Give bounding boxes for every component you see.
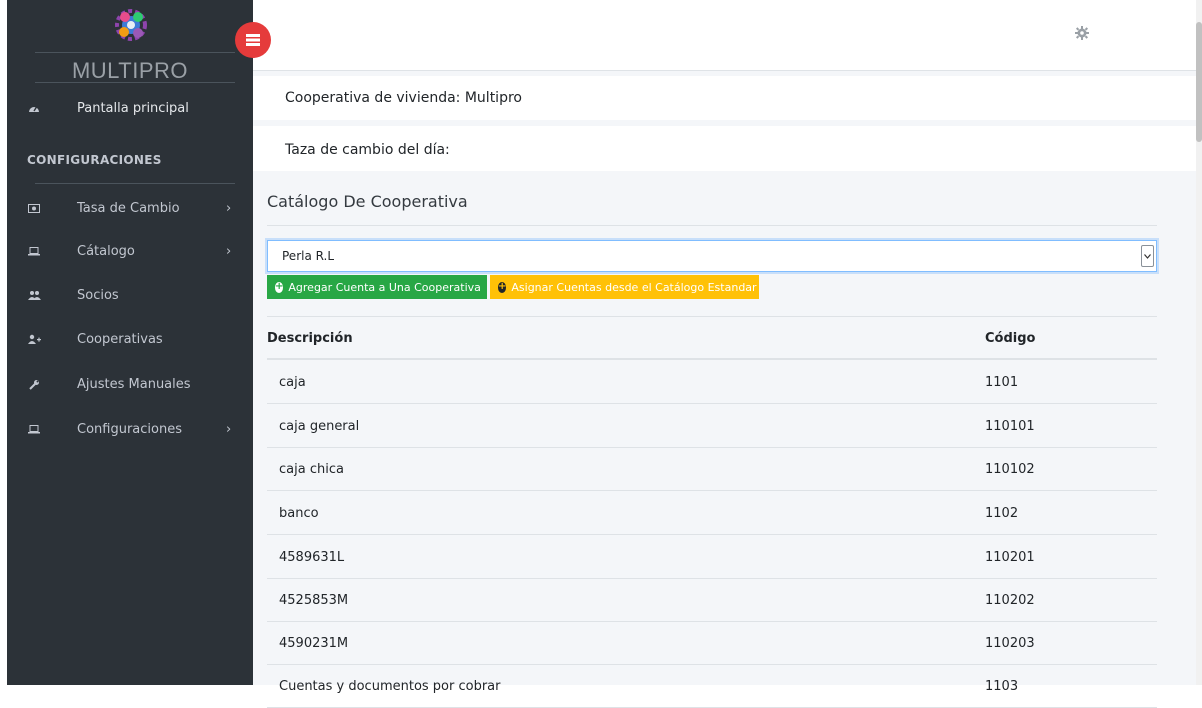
wrench-icon [27, 377, 41, 391]
table-row[interactable]: banco 1102 [267, 491, 1157, 535]
plus-circle-icon: + [498, 281, 507, 293]
chevron-right-icon: › [226, 200, 232, 216]
chevron-down-icon [1141, 245, 1154, 267]
gear-icon[interactable] [1075, 26, 1089, 40]
sidebar-item-label: Cooperativas [77, 331, 163, 347]
add-account-button[interactable]: + Agregar Cuenta a Una Cooperativa [267, 275, 487, 299]
cell-descripcion: 4590231M [279, 636, 349, 651]
column-header-codigo: Código [985, 331, 1036, 346]
select-value: Perla R.L [282, 249, 335, 263]
sidebar: MULTIPRO Pantalla principal CONFIGURACIO… [7, 0, 253, 685]
column-header-descripcion: Descripción [267, 331, 353, 346]
sidebar-section-header: CONFIGURACIONES [27, 153, 162, 167]
logo-gear-icon [115, 9, 147, 41]
cell-codigo: 110203 [985, 636, 1035, 651]
brand-logo[interactable]: MULTIPRO [7, 0, 253, 84]
money-icon [27, 201, 41, 215]
cell-codigo: 110202 [985, 593, 1035, 608]
exchange-rate-text: Taza de cambio del día: [285, 142, 450, 158]
sidebar-item-label: Ajustes Manuales [77, 376, 191, 392]
laptop-icon [27, 244, 41, 258]
cell-codigo: 110201 [985, 550, 1035, 565]
sidebar-item-socios[interactable]: Socios [7, 277, 253, 313]
assign-accounts-button[interactable]: + Asignar Cuentas desde el Catálogo Esta… [490, 275, 759, 299]
exchange-rate-bar: Taza de cambio del día: [253, 126, 1196, 171]
sidebar-item-label: Pantalla principal [77, 100, 189, 116]
laptop-icon [27, 422, 41, 436]
user-plus-icon [27, 332, 41, 346]
cooperativa-info-bar: Cooperativa de vivienda: Multipro [253, 76, 1196, 120]
plus-circle-icon: + [275, 281, 284, 293]
cell-codigo: 1102 [985, 506, 1019, 521]
sidebar-item-cooperativas[interactable]: Cooperativas [7, 321, 253, 357]
cooperativa-select[interactable]: Perla R.L [267, 240, 1157, 272]
title-divider [267, 225, 1157, 226]
sidebar-item-catalogo[interactable]: Cátalogo › [7, 233, 253, 269]
cell-codigo: 110102 [985, 462, 1035, 477]
sidebar-item-label: Socios [77, 287, 119, 303]
cell-descripcion: 4525853M [279, 593, 349, 608]
table-row[interactable]: Cuentas y documentos por cobrar 1103 [267, 664, 1157, 708]
cell-descripcion: caja general [279, 419, 360, 434]
top-navbar [253, 0, 1196, 71]
cell-codigo: 1101 [985, 375, 1019, 390]
cell-descripcion: caja [279, 375, 306, 390]
cell-descripcion: 4589631L [279, 550, 345, 565]
sidebar-item-label: Cátalogo [77, 243, 135, 259]
page-title: Catálogo De Cooperativa [267, 192, 468, 211]
cell-descripcion: Cuentas y documentos por cobrar [279, 679, 501, 694]
cell-codigo: 110101 [985, 419, 1035, 434]
sidebar-item-tasa-de-cambio[interactable]: Tasa de Cambio › [7, 190, 253, 226]
cell-descripcion: caja chica [279, 462, 344, 477]
sidebar-item-label: Tasa de Cambio [77, 200, 180, 216]
table-row[interactable]: 4589631L 110201 [267, 535, 1157, 579]
sidebar-toggle-button[interactable] [235, 22, 271, 58]
table-row[interactable]: caja general 110101 [267, 404, 1157, 448]
sidebar-item-configuraciones[interactable]: Configuraciones › [7, 411, 253, 447]
sidebar-item-home[interactable]: Pantalla principal [7, 90, 253, 126]
users-icon [27, 288, 41, 302]
cell-descripcion: banco [279, 506, 319, 521]
sidebar-item-ajustes-manuales[interactable]: Ajustes Manuales [7, 366, 253, 402]
logo-divider-top [35, 52, 235, 53]
table-header: Descripción Código [267, 316, 1157, 360]
dashboard-icon [27, 101, 41, 115]
chevron-right-icon: › [226, 243, 232, 259]
menu-icon [246, 34, 260, 46]
logo-divider-bottom [35, 82, 235, 83]
table-row[interactable]: caja chica 110102 [267, 447, 1157, 491]
brand-name: MULTIPRO [71, 58, 189, 83]
scrollbar-thumb[interactable] [1196, 22, 1202, 142]
assign-accounts-label: Asignar Cuentas desde el Catálogo Estand… [511, 280, 757, 294]
table-row[interactable]: 4590231M 110203 [267, 621, 1157, 665]
chevron-right-icon: › [226, 421, 232, 437]
section-divider [35, 183, 235, 184]
add-account-label: Agregar Cuenta a Una Cooperativa [288, 280, 481, 294]
table-row[interactable]: 4525853M 110202 [267, 578, 1157, 622]
sidebar-item-label: Configuraciones [77, 421, 182, 437]
table-row[interactable]: caja 1101 [267, 360, 1157, 404]
cell-codigo: 1103 [985, 679, 1019, 694]
left-edge [0, 0, 7, 685]
cooperativa-text: Cooperativa de vivienda: Multipro [285, 90, 522, 106]
